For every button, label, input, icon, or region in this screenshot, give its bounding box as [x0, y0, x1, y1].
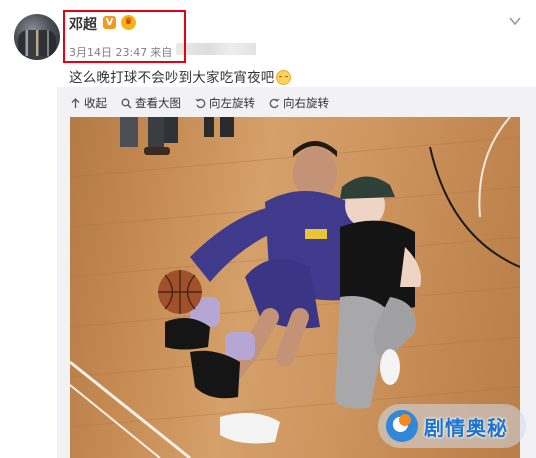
rotate-left-icon — [195, 98, 206, 108]
collapse-icon — [71, 97, 80, 108]
watermark-logo-icon — [386, 410, 418, 442]
watermark-text: 剧情奥秘 — [424, 415, 508, 440]
rotate-left-label: 向左旋转 — [209, 96, 255, 110]
chevron-down-icon[interactable] — [508, 14, 522, 28]
emoji-icon — [275, 70, 291, 85]
watermark: 剧情奥秘 — [378, 404, 526, 448]
post-text: 这么晚打球不会吵到大家吃宵夜吧 — [69, 66, 291, 86]
rotate-right-label: 向右旋转 — [283, 96, 329, 110]
rotate-left-button[interactable]: 向左旋转 — [195, 95, 255, 111]
media-toolbar: 收起 查看大图 向左旋转 向右旋转 — [70, 95, 343, 111]
view-large-label: 查看大图 — [135, 96, 181, 110]
rotate-right-icon — [269, 98, 280, 108]
highlight-box — [63, 10, 186, 63]
view-large-button[interactable]: 查看大图 — [121, 95, 181, 111]
magnifier-icon — [121, 98, 132, 108]
avatar[interactable] — [14, 14, 60, 60]
collapse-label: 收起 — [84, 96, 107, 110]
blurred-source — [176, 43, 256, 55]
collapse-button[interactable]: 收起 — [70, 95, 107, 111]
rotate-right-button[interactable]: 向右旋转 — [269, 95, 329, 111]
post-text-body: 这么晚打球不会吵到大家吃宵夜吧 — [69, 70, 275, 86]
weibo-post: 邓超 V ♛ 3月14日 23:47 来自 这么晚打球不会吵到大家吃宵夜吧 收起 … — [0, 0, 536, 458]
